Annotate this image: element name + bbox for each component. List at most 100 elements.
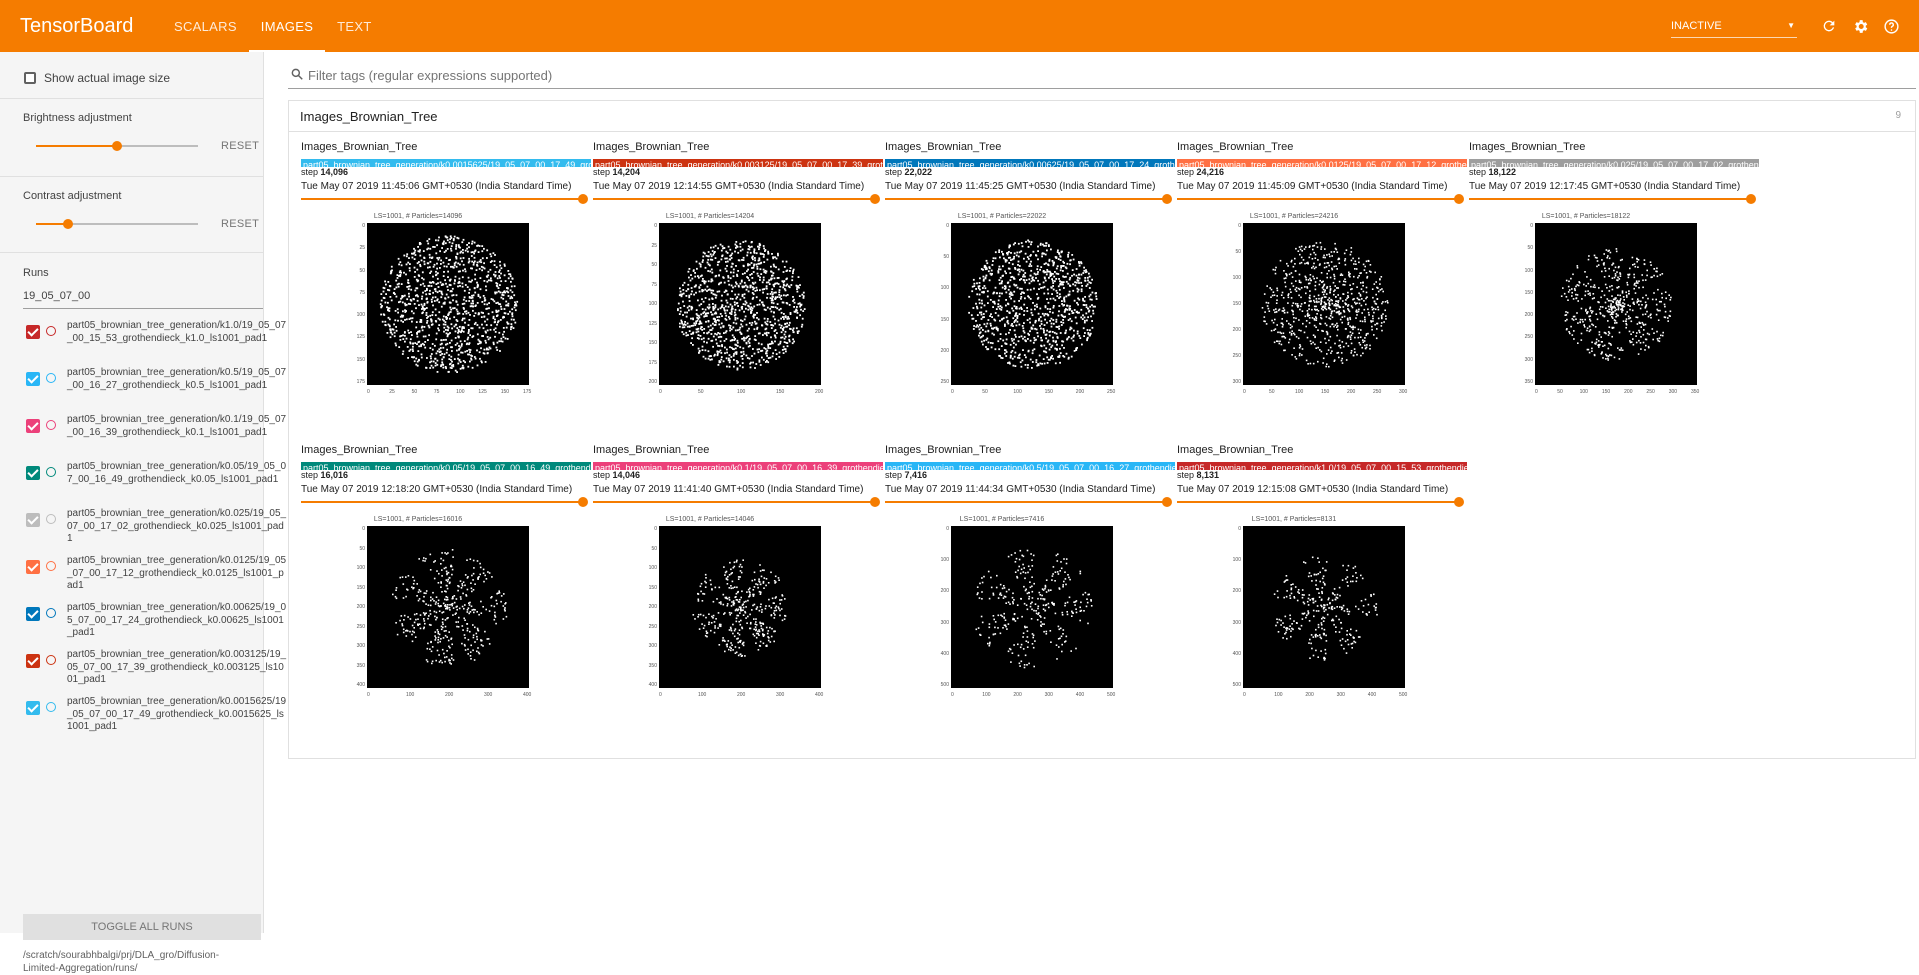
y-tick-label: 0 (1238, 526, 1241, 532)
step-slider[interactable] (301, 198, 583, 200)
run-color-radio[interactable] (46, 420, 56, 430)
run-chip: part05_brownian_tree_generation/k0.5/19_… (885, 462, 1175, 470)
step-slider[interactable] (885, 501, 1167, 503)
image-plot[interactable]: LS=1001, # Particles=2421605010015020025… (1177, 213, 1411, 399)
contrast-slider-thumb[interactable] (63, 219, 73, 229)
x-tick-label: 0 (659, 389, 662, 395)
step-readout: step 22,022 (885, 167, 932, 177)
run-checkbox[interactable] (26, 325, 40, 339)
step-label: step (885, 167, 902, 177)
image-plot[interactable]: LS=1001, # Particles=1601605010015020025… (301, 516, 535, 702)
brightness-slider-thumb[interactable] (112, 141, 122, 151)
y-tick-label: 0 (654, 526, 657, 532)
run-checkbox[interactable] (26, 419, 40, 433)
y-tick-label: 300 (649, 643, 657, 649)
run-item[interactable]: part05_brownian_tree_generation/k0.1/19_… (26, 414, 262, 460)
run-color-radio[interactable] (46, 514, 56, 524)
x-tick-label: 0 (951, 389, 954, 395)
run-chip: part05_brownian_tree_generation/k0.00625… (885, 159, 1175, 167)
step-slider[interactable] (301, 501, 583, 503)
run-color-radio[interactable] (46, 655, 56, 665)
run-item[interactable]: part05_brownian_tree_generation/k0.025/1… (26, 508, 262, 554)
x-tick-label: 75 (434, 389, 440, 395)
image-plot[interactable]: LS=1001, # Particles=1812205010015020025… (1469, 213, 1703, 399)
run-item[interactable]: part05_brownian_tree_generation/k0.0125/… (26, 555, 262, 601)
tag-group-header[interactable]: Images_Brownian_Tree 9 (289, 101, 1915, 132)
contrast-reset-button[interactable]: RESET (221, 218, 259, 230)
aggregate-pattern (659, 223, 821, 385)
image-card: Images_Brownian_Treepart05_brownian_tree… (289, 444, 581, 744)
plot-y-axis: 050100150200250300350400 (349, 526, 365, 688)
run-color-radio[interactable] (46, 326, 56, 336)
x-tick-label: 250 (1373, 389, 1381, 395)
y-tick-label: 50 (1527, 245, 1533, 251)
step-slider[interactable] (1177, 198, 1459, 200)
y-tick-label: 150 (649, 585, 657, 591)
x-tick-label: 200 (737, 692, 745, 698)
x-tick-label: 400 (1076, 692, 1084, 698)
runs-filter-input[interactable]: 19_05_07_00 (23, 290, 263, 309)
image-plot[interactable]: LS=1001, # Particles=8131010020030040050… (1177, 516, 1411, 702)
toggle-all-runs-button[interactable]: TOGGLE ALL RUNS (23, 914, 261, 940)
step-slider[interactable] (593, 198, 875, 200)
plot-y-axis: 050100150200250300350 (1517, 223, 1533, 385)
help-icon[interactable] (1877, 12, 1905, 40)
y-tick-label: 250 (941, 379, 949, 385)
run-color-radio[interactable] (46, 467, 56, 477)
plot-y-axis: 0100200300400500 (933, 526, 949, 688)
x-tick-label: 25 (389, 389, 395, 395)
step-slider-thumb[interactable] (1454, 497, 1464, 507)
image-plot[interactable]: LS=1001, # Particles=1420402550751001251… (593, 213, 827, 399)
y-tick-label: 50 (651, 262, 657, 268)
image-tag-label: Images_Brownian_Tree (1177, 141, 1293, 153)
x-tick-label: 150 (501, 389, 509, 395)
run-checkbox[interactable] (26, 560, 40, 574)
run-checkbox[interactable] (26, 607, 40, 621)
top-app-bar: TensorBoard SCALARS IMAGES TEXT INACTIVE… (0, 0, 1919, 52)
image-plot[interactable]: LS=1001, # Particles=7416010020030040050… (885, 516, 1119, 702)
step-slider-thumb[interactable] (1746, 194, 1756, 204)
run-checkbox[interactable] (26, 701, 40, 715)
image-plot[interactable]: LS=1001, # Particles=2202205010015020025… (885, 213, 1119, 399)
brightness-reset-button[interactable]: RESET (221, 140, 259, 152)
run-item[interactable]: part05_brownian_tree_generation/k0.05/19… (26, 461, 262, 507)
settings-icon[interactable] (1846, 12, 1874, 40)
run-item[interactable]: part05_brownian_tree_generation/k0.00312… (26, 649, 262, 695)
brightness-label: Brightness adjustment (23, 112, 132, 124)
step-slider[interactable] (1469, 198, 1751, 200)
aggregate-pattern (367, 223, 529, 385)
run-color-radio[interactable] (46, 702, 56, 712)
step-slider[interactable] (593, 501, 875, 503)
image-plot[interactable]: LS=1001, # Particles=1404605010015020025… (593, 516, 827, 702)
refresh-icon[interactable] (1815, 12, 1843, 40)
run-chip-container: part05_brownian_tree_generation/k1.0/19_… (1177, 458, 1467, 470)
step-slider[interactable] (1177, 501, 1459, 503)
run-item[interactable]: part05_brownian_tree_generation/k0.00156… (26, 696, 262, 742)
run-chip: part05_brownian_tree_generation/k0.00156… (301, 159, 591, 167)
run-checkbox[interactable] (26, 466, 40, 480)
x-tick-label: 200 (1347, 389, 1355, 395)
run-item[interactable]: part05_brownian_tree_generation/k0.5/19_… (26, 367, 262, 413)
image-card: Images_Brownian_Treepart05_brownian_tree… (581, 444, 873, 744)
show-actual-size-checkbox[interactable] (24, 72, 36, 84)
y-tick-label: 200 (357, 604, 365, 610)
run-checkbox[interactable] (26, 654, 40, 668)
run-name: part05_brownian_tree_generation/k1.0/19_… (67, 320, 289, 345)
tab-text[interactable]: TEXT (325, 0, 383, 52)
image-plot[interactable]: LS=1001, # Particles=1409602550751001251… (301, 213, 535, 399)
run-item[interactable]: part05_brownian_tree_generation/k1.0/19_… (26, 320, 262, 366)
y-tick-label: 50 (1235, 249, 1241, 255)
inactive-dashboards-select[interactable]: INACTIVE ▼ (1671, 15, 1797, 38)
tab-images[interactable]: IMAGES (249, 0, 325, 52)
tag-filter[interactable]: Filter tags (regular expressions support… (288, 64, 1916, 89)
run-item[interactable]: part05_brownian_tree_generation/k0.00625… (26, 602, 262, 648)
x-tick-label: 100 (737, 389, 745, 395)
run-checkbox[interactable] (26, 513, 40, 527)
x-tick-label: 0 (951, 692, 954, 698)
run-color-radio[interactable] (46, 608, 56, 618)
run-checkbox[interactable] (26, 372, 40, 386)
tab-scalars[interactable]: SCALARS (162, 0, 249, 52)
step-slider[interactable] (885, 198, 1167, 200)
run-color-radio[interactable] (46, 373, 56, 383)
run-color-radio[interactable] (46, 561, 56, 571)
